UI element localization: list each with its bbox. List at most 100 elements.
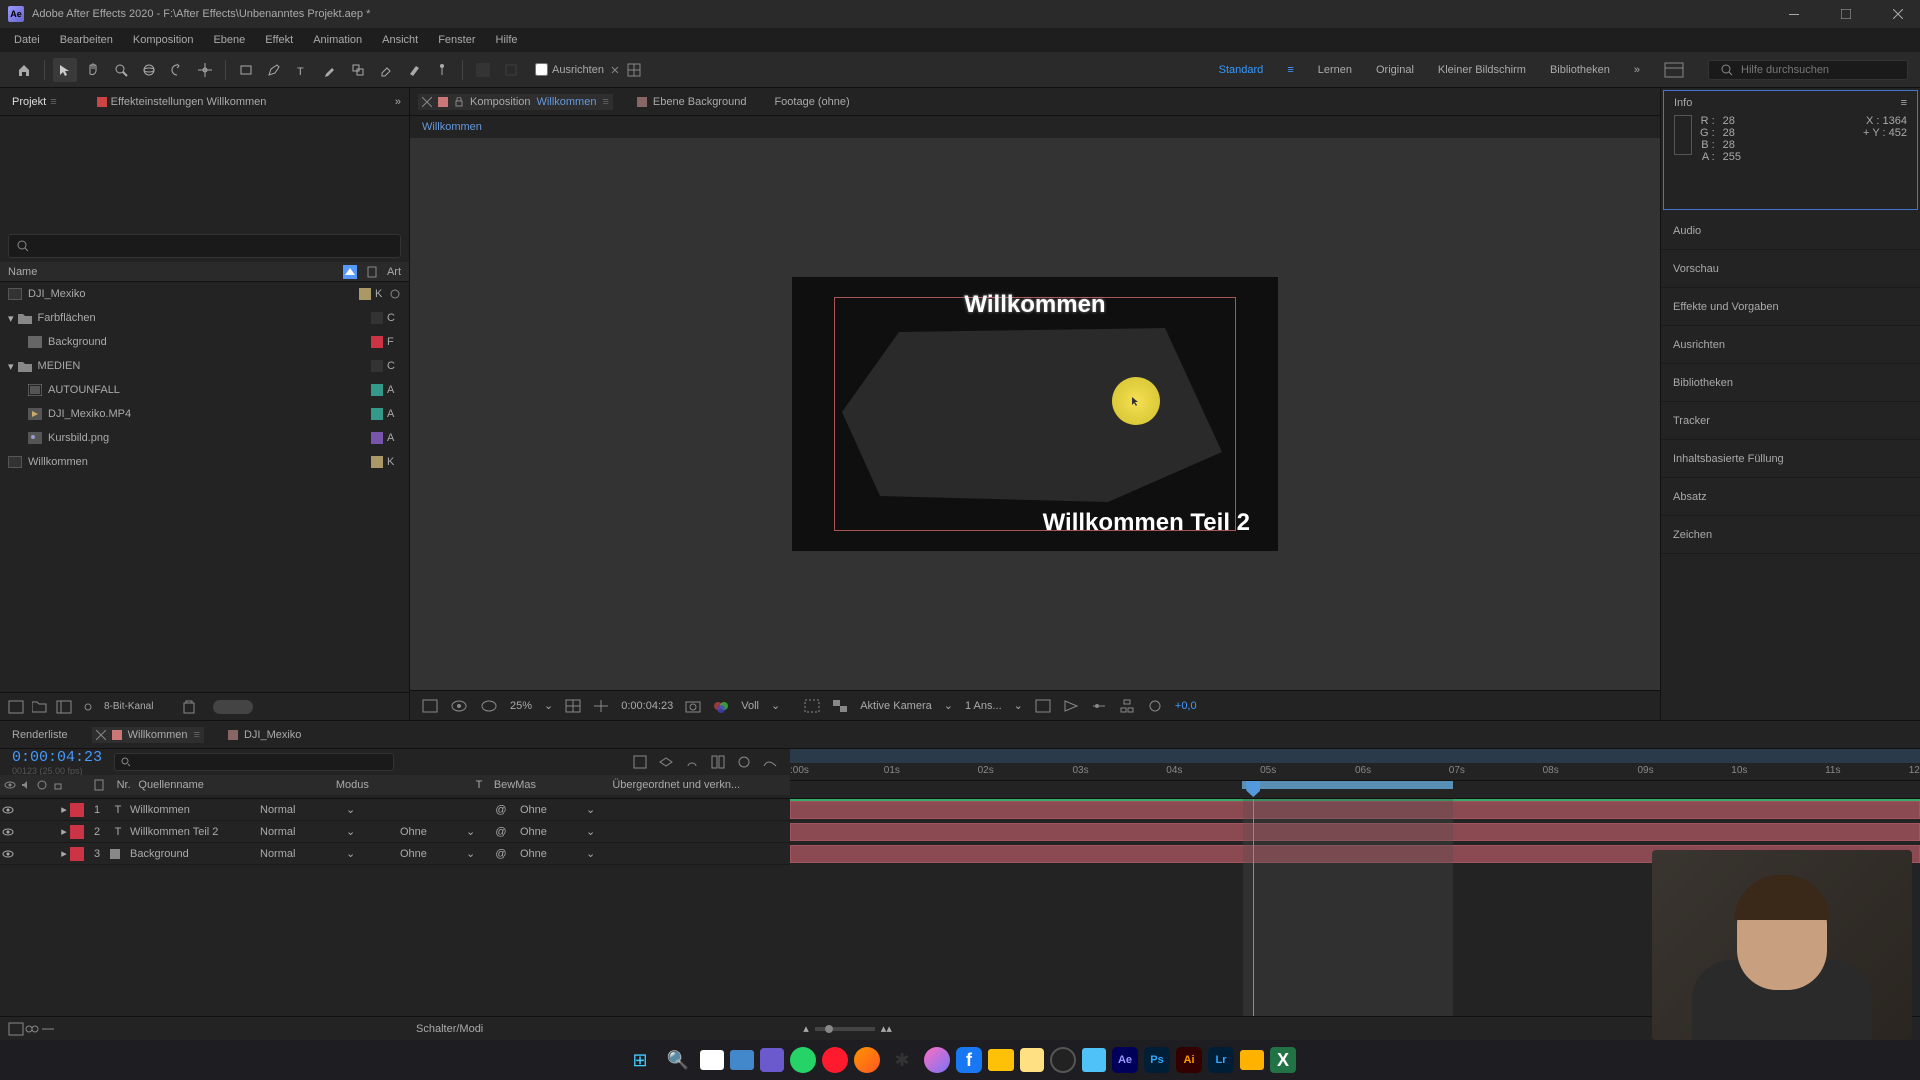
- label-column-icon[interactable]: [365, 265, 379, 279]
- reset-exposure-icon[interactable]: [1147, 699, 1163, 713]
- switches-modes-label[interactable]: Schalter/Modi: [416, 1023, 483, 1035]
- project-item[interactable]: ▾ Farbflächen C: [0, 306, 409, 330]
- layer-name[interactable]: Background: [126, 848, 256, 860]
- dropdown-icon[interactable]: ⌄: [346, 847, 366, 860]
- project-toggle[interactable]: [213, 700, 253, 714]
- snapping-grid-icon[interactable]: [626, 62, 642, 78]
- dropdown-icon[interactable]: ⌄: [466, 847, 486, 860]
- layer-parent[interactable]: Ohne: [516, 804, 586, 816]
- workspace-biblio[interactable]: Bibliotheken: [1550, 64, 1610, 76]
- project-panel-tab[interactable]: Projekt ≡: [8, 92, 61, 112]
- pen-tool-icon[interactable]: [262, 58, 286, 82]
- menu-ebene[interactable]: Ebene: [203, 30, 255, 50]
- magnification-icon[interactable]: [450, 699, 468, 713]
- roi-icon[interactable]: [804, 699, 820, 713]
- comp-tab-willkommen[interactable]: Komposition Willkommen ≡: [418, 94, 613, 110]
- project-item[interactable]: Kursbild.png A: [0, 426, 409, 450]
- panel-tracker[interactable]: Tracker: [1661, 402, 1920, 440]
- channel-icon[interactable]: [713, 699, 729, 713]
- label-column-icon[interactable]: [93, 779, 105, 791]
- comp-timecode[interactable]: 0:00:04:23: [621, 700, 673, 712]
- comp-tab-background[interactable]: Ebene Background: [633, 94, 751, 110]
- app-icon[interactable]: ✱: [886, 1044, 918, 1076]
- text-tool-icon[interactable]: T: [290, 58, 314, 82]
- workspace-lernen[interactable]: Lernen: [1318, 64, 1352, 76]
- panel-absatz[interactable]: Absatz: [1661, 478, 1920, 516]
- workspace-klein[interactable]: Kleiner Bildschirm: [1438, 64, 1526, 76]
- col-name[interactable]: Name: [8, 266, 343, 278]
- hand-tool-icon[interactable]: [81, 58, 105, 82]
- col-bewmas[interactable]: BewMas: [494, 779, 612, 791]
- mask-visibility-icon[interactable]: [480, 699, 498, 713]
- notes-icon[interactable]: [1020, 1048, 1044, 1072]
- timeline-navigator[interactable]: [790, 749, 1920, 763]
- timeline-tab-mexiko[interactable]: DJI_Mexiko: [224, 727, 305, 743]
- facebook-icon[interactable]: f: [956, 1047, 982, 1073]
- help-search[interactable]: Hilfe durchsuchen: [1708, 60, 1908, 80]
- taskbar-search-icon[interactable]: 🔍: [662, 1044, 694, 1076]
- dropdown-icon[interactable]: ⌄: [346, 825, 366, 838]
- maximize-button[interactable]: [1832, 0, 1860, 28]
- project-item[interactable]: DJI_Mexiko K: [0, 282, 409, 306]
- anchor-tool-icon[interactable]: [193, 58, 217, 82]
- comp-tab-footage[interactable]: Footage (ohne): [770, 94, 853, 110]
- new-comp-icon[interactable]: [56, 700, 72, 714]
- timeline-icon[interactable]: [1091, 699, 1107, 713]
- exposure-value[interactable]: +0,0: [1175, 700, 1197, 712]
- project-search[interactable]: [8, 234, 401, 258]
- start-button-icon[interactable]: ⊞: [624, 1044, 656, 1076]
- col-art[interactable]: Art: [387, 266, 401, 278]
- layer-visibility-icon[interactable]: [0, 848, 16, 860]
- photoshop-icon[interactable]: Ps: [1144, 1047, 1170, 1073]
- files-icon[interactable]: [988, 1049, 1014, 1071]
- menu-bearbeiten[interactable]: Bearbeiten: [50, 30, 123, 50]
- menu-komposition[interactable]: Komposition: [123, 30, 204, 50]
- zoom-dropdown[interactable]: 25%: [510, 700, 532, 712]
- timeline-layer-row[interactable]: ▸ 2 T Willkommen Teil 2 Normal ⌄ Ohne ⌄ …: [0, 821, 790, 843]
- tab-close-icon[interactable]: [96, 730, 106, 740]
- menu-fenster[interactable]: Fenster: [428, 30, 485, 50]
- dropdown-icon[interactable]: ⌄: [586, 803, 595, 816]
- timeline-tab-renderliste[interactable]: Renderliste: [8, 727, 72, 743]
- brush-tool-icon[interactable]: [318, 58, 342, 82]
- folder-toggle-icon[interactable]: ▾: [8, 360, 14, 373]
- pixel-aspect-icon[interactable]: [1035, 699, 1051, 713]
- layer-mode[interactable]: Normal: [256, 848, 346, 860]
- minimize-button[interactable]: [1780, 0, 1808, 28]
- eye-column-icon[interactable]: [4, 779, 16, 791]
- toggle-inout-icon[interactable]: [40, 1022, 56, 1036]
- comp-settings-icon[interactable]: [389, 288, 401, 300]
- layer-trkmat[interactable]: Ohne: [396, 826, 466, 838]
- grid-icon[interactable]: [565, 699, 581, 713]
- layer-parent[interactable]: Ohne: [516, 848, 586, 860]
- excel-icon[interactable]: X: [1270, 1047, 1296, 1073]
- project-settings-icon[interactable]: [80, 700, 96, 714]
- timeline-timecode[interactable]: 0:00:04:23: [12, 749, 102, 766]
- zoom-in-icon[interactable]: ▴▴: [881, 1022, 892, 1035]
- menu-ansicht[interactable]: Ansicht: [372, 30, 428, 50]
- layer-visibility-icon[interactable]: [0, 826, 16, 838]
- panel-inhaltsbasierte[interactable]: Inhaltsbasierte Füllung: [1661, 440, 1920, 478]
- audio-column-icon[interactable]: [20, 779, 32, 791]
- camera-chevron-icon[interactable]: ⌄: [944, 699, 953, 712]
- effects-panel-tab[interactable]: Effekteinstellungen Willkommen: [93, 92, 271, 112]
- panel-overflow-icon[interactable]: »: [395, 96, 401, 108]
- col-t[interactable]: T: [464, 779, 494, 791]
- explorer-icon[interactable]: [730, 1050, 754, 1070]
- pickwhip-icon[interactable]: @: [486, 826, 516, 838]
- col-quellenname[interactable]: Quellenname: [138, 779, 335, 791]
- rotation-tool-icon[interactable]: [165, 58, 189, 82]
- transparency-grid-icon[interactable]: [832, 699, 848, 713]
- snapping-options-icon[interactable]: [608, 63, 622, 77]
- camera-dropdown[interactable]: Aktive Kamera: [860, 700, 932, 712]
- new-folder-icon[interactable]: [32, 700, 48, 714]
- dropdown-icon[interactable]: ⌄: [586, 825, 595, 838]
- col-nr[interactable]: Nr.: [109, 779, 139, 791]
- after-effects-icon[interactable]: Ae: [1112, 1047, 1138, 1073]
- fast-preview-icon[interactable]: [1063, 699, 1079, 713]
- firefox-icon[interactable]: [854, 1047, 880, 1073]
- layer-mode[interactable]: Normal: [256, 826, 346, 838]
- views-chevron-icon[interactable]: ⌄: [1014, 699, 1023, 712]
- puppet-tool-icon[interactable]: [430, 58, 454, 82]
- layer-mode[interactable]: Normal: [256, 804, 346, 816]
